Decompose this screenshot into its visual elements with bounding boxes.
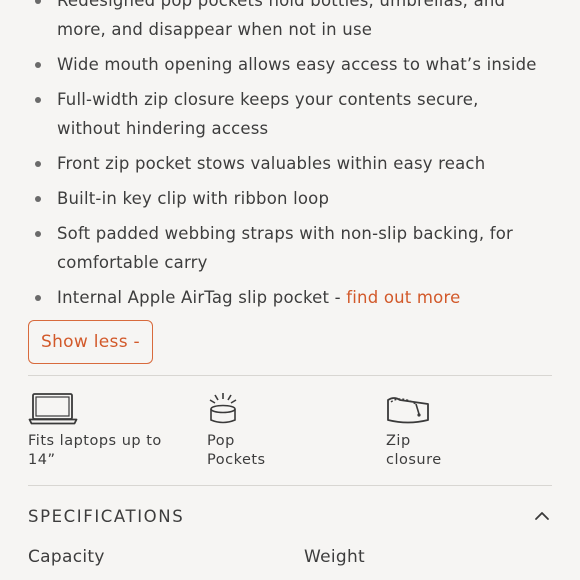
divider xyxy=(28,375,552,376)
feature-text: without hindering access xyxy=(57,119,269,138)
feature-text: Redesigned pop pockets hold bottles, umb… xyxy=(57,0,506,10)
feature-item-airtag: Internal Apple AirTag slip pocket - find… xyxy=(28,283,558,312)
feature-text: comfortable carry xyxy=(57,253,208,272)
feature-item: Soft padded webbing straps with non-slip… xyxy=(28,219,558,277)
feature-item: Full-width zip closure keeps your conten… xyxy=(28,85,558,143)
show-less-button[interactable]: Show less - xyxy=(28,320,153,364)
icon-feature-pop-pockets: Pop Pockets xyxy=(207,392,266,470)
feature-text: Full-width zip closure keeps your conten… xyxy=(57,90,479,109)
feature-list: Redesigned pop pockets hold bottles, umb… xyxy=(28,0,558,318)
icon-label-line: Pop xyxy=(207,433,235,449)
icon-label-line: 14” xyxy=(28,452,56,468)
icon-feature-zip-closure: Zip closure xyxy=(386,392,442,470)
feature-text: Soft padded webbing straps with non-slip… xyxy=(57,224,514,243)
zip-closure-icon xyxy=(387,397,429,424)
find-out-more-link[interactable]: find out more xyxy=(346,288,460,307)
icon-feature-laptop: Fits laptops up to 14” xyxy=(28,392,162,470)
icon-feature-label: Fits laptops up to 14” xyxy=(28,432,162,470)
feature-item: Front zip pocket stows valuables within … xyxy=(28,149,558,178)
feature-item: Redesigned pop pockets hold bottles, umb… xyxy=(28,0,558,44)
feature-text: Front zip pocket stows valuables within … xyxy=(57,154,486,173)
feature-item: Built-in key clip with ribbon loop xyxy=(28,184,558,213)
icon-feature-label: Zip closure xyxy=(386,432,442,470)
laptop-icon xyxy=(28,393,78,425)
chevron-up-icon[interactable] xyxy=(532,506,552,526)
feature-text: Internal Apple AirTag slip pocket - xyxy=(57,288,347,307)
icon-label-line: Fits laptops up to xyxy=(28,433,162,449)
spec-weight-label: Weight xyxy=(304,547,366,567)
feature-text: Wide mouth opening allows easy access to… xyxy=(57,55,537,74)
spec-capacity-label: Capacity xyxy=(28,547,105,567)
icon-label-line: closure xyxy=(386,452,442,468)
feature-text: more, and disappear when not in use xyxy=(57,20,373,39)
divider xyxy=(28,485,552,486)
feature-item: Wide mouth opening allows easy access to… xyxy=(28,50,558,79)
feature-text: Built-in key clip with ribbon loop xyxy=(57,189,330,208)
icon-feature-label: Pop Pockets xyxy=(207,432,266,470)
specifications-title: SPECIFICATIONS xyxy=(28,506,185,526)
icon-label-line: Pockets xyxy=(207,452,266,468)
icon-label-line: Zip xyxy=(386,433,411,449)
specifications-header[interactable]: SPECIFICATIONS xyxy=(28,500,552,532)
pop-pocket-icon xyxy=(209,393,237,424)
